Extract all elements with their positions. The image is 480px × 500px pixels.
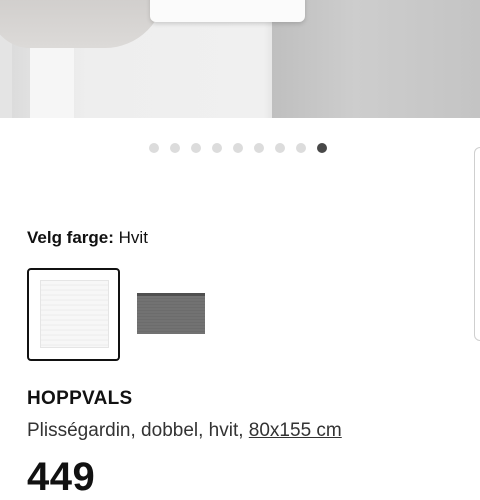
pagination-dot[interactable] bbox=[170, 143, 180, 153]
color-selector-label: Velg farge: Hvit bbox=[27, 228, 148, 248]
hand bbox=[0, 0, 165, 48]
product-name: HOPPVALS bbox=[27, 388, 133, 409]
product-image[interactable] bbox=[0, 0, 480, 118]
product-description: Plisségardin, dobbel, hvit, 80x155 cm bbox=[27, 420, 342, 442]
pagination-dot[interactable] bbox=[191, 143, 201, 153]
product-description-text: Plisségardin, dobbel, hvit, bbox=[27, 420, 244, 441]
product-size-link[interactable]: 80x155 cm bbox=[249, 420, 342, 441]
pagination-dot-active[interactable] bbox=[317, 143, 327, 153]
pagination-dot[interactable] bbox=[254, 143, 264, 153]
pagination-dot[interactable] bbox=[149, 143, 159, 153]
color-label-text: Velg farge: bbox=[27, 228, 114, 247]
white-blind-thumbnail bbox=[40, 280, 109, 348]
pagination-dot[interactable] bbox=[296, 143, 306, 153]
product-price: 449 bbox=[27, 455, 96, 499]
grey-blind-thumbnail bbox=[137, 293, 205, 334]
gallery-pagination bbox=[149, 143, 327, 153]
white-swatch[interactable] bbox=[27, 268, 120, 361]
pagination-dot[interactable] bbox=[233, 143, 243, 153]
pagination-dot[interactable] bbox=[212, 143, 222, 153]
window-pole bbox=[30, 40, 74, 118]
side-panel-edge[interactable] bbox=[474, 147, 480, 341]
blind-headrail bbox=[150, 0, 305, 22]
selected-color-value: Hvit bbox=[118, 228, 148, 247]
pagination-dot[interactable] bbox=[275, 143, 285, 153]
grey-swatch[interactable] bbox=[130, 286, 210, 338]
